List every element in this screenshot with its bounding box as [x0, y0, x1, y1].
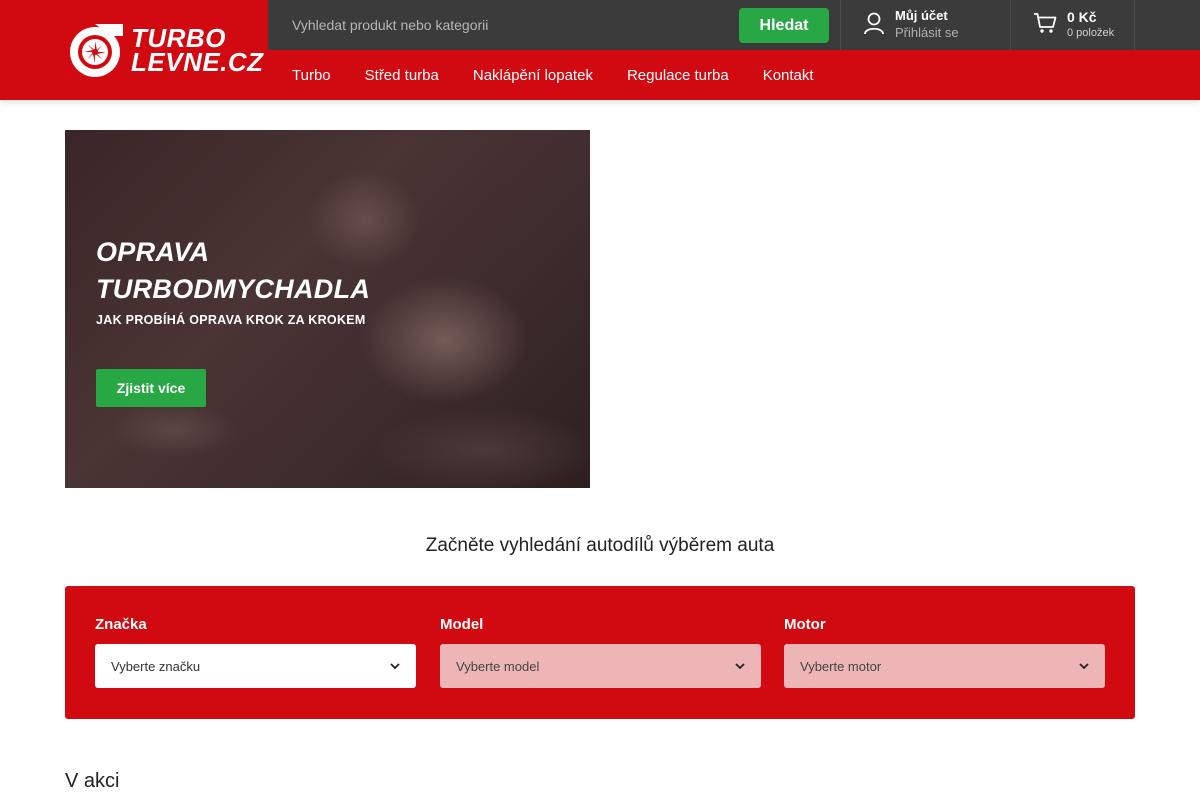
chevron-down-icon — [735, 663, 745, 670]
cart-link[interactable]: 0 Kč 0 položek — [1010, 0, 1135, 50]
brand-select-label: Značka — [95, 616, 147, 633]
banner-title-line-1: OPRAVA — [96, 237, 210, 267]
nav-item-naklapeni-lopatek[interactable]: Naklápění lopatek — [473, 67, 593, 84]
search-button[interactable]: Hledat — [739, 8, 829, 43]
cart-icon — [1033, 12, 1057, 39]
cart-item-count: 0 položek — [1067, 27, 1115, 39]
engine-select[interactable]: Vyberte motor — [784, 644, 1105, 688]
cart-price: 0 Kč — [1067, 9, 1097, 25]
account-title: Můj účet — [895, 8, 948, 23]
brand-select[interactable]: Vyberte značku — [95, 644, 416, 688]
banner-subtitle: JAK PROBÍHÁ OPRAVA KROK ZA KROKEM — [96, 313, 366, 327]
account-login-link: Přihlásit se — [895, 25, 959, 40]
main-nav: Turbo Střed turba Naklápění lopatek Regu… — [292, 50, 848, 100]
model-select-value: Vyberte model — [456, 658, 540, 674]
search-input[interactable] — [292, 12, 732, 38]
nav-item-regulace-turba[interactable]: Regulace turba — [627, 67, 729, 84]
promo-banner[interactable]: OPRAVA TURBODMYCHADLA JAK PROBÍHÁ OPRAVA… — [65, 130, 590, 488]
brand-select-group: Značka Vyberte značku — [95, 616, 416, 688]
engine-select-value: Vyberte motor — [800, 658, 882, 674]
banner-cta-button[interactable]: Zjistit více — [96, 369, 206, 407]
logo-line-2: LEVNE.CZ — [131, 47, 264, 77]
car-selector-heading: Začněte vyhledání autodílů výběrem auta — [425, 535, 775, 556]
site-logo[interactable]: TURBO LEVNE.CZ — [65, 20, 263, 80]
user-icon — [863, 11, 885, 40]
search-bar: Hledat — [268, 0, 840, 50]
sale-section-heading: V akci — [65, 770, 120, 792]
banner-title: OPRAVA TURBODMYCHADLA — [96, 234, 370, 308]
nav-item-kontakt[interactable]: Kontakt — [763, 67, 814, 84]
car-selector: Značka Vyberte značku Model Vyberte mode… — [65, 586, 1135, 719]
model-select[interactable]: Vyberte model — [440, 644, 761, 688]
engine-select-label: Motor — [784, 616, 826, 633]
nav-item-turbo[interactable]: Turbo — [292, 67, 331, 84]
site-header: TURBO LEVNE.CZ Hledat Můj účet Přihlásit… — [0, 0, 1200, 100]
engine-select-group: Motor Vyberte motor — [784, 616, 1105, 688]
model-select-group: Model Vyberte model — [440, 616, 761, 688]
brand-select-value: Vyberte značku — [111, 658, 201, 674]
banner-title-line-2: TURBODMYCHADLA — [96, 274, 371, 304]
nav-item-stred-turba[interactable]: Střed turba — [365, 67, 439, 84]
turbo-logo-icon — [65, 22, 127, 78]
model-select-label: Model — [440, 616, 484, 633]
chevron-down-icon — [1079, 663, 1089, 670]
chevron-down-icon — [390, 663, 400, 670]
account-link[interactable]: Můj účet Přihlásit se — [840, 0, 1010, 50]
logo-wordmark: TURBO LEVNE.CZ — [131, 25, 264, 77]
